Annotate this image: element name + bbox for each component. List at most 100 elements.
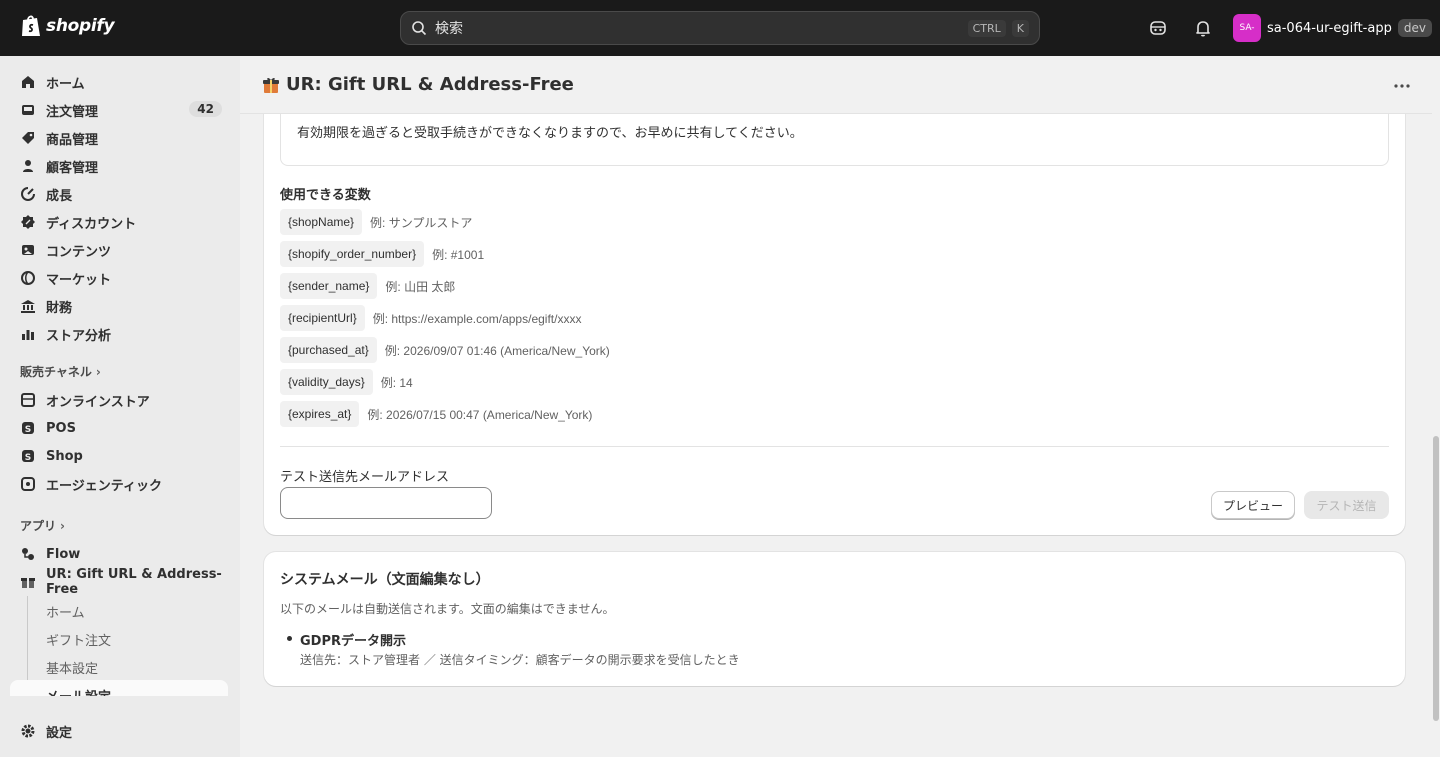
variable-row: {shopName} 例: サンプルストア — [280, 209, 472, 235]
search-input[interactable]: 検索 — [435, 18, 962, 38]
sidebar-item-label: ディスカウント — [46, 216, 137, 232]
scrollbar-thumb[interactable] — [1433, 436, 1439, 721]
sidekick-icon[interactable] — [1148, 18, 1168, 38]
svg-text:S: S — [25, 453, 31, 463]
variable-example: 例: 2026/07/15 00:47 (America/New_York) — [367, 407, 593, 422]
shortcut-ctrl: CTRL — [967, 19, 1006, 37]
variable-example: 例: #1001 — [432, 247, 485, 262]
store-icon — [21, 393, 35, 407]
sidebar-item-label: UR: Gift URL & Address-Free — [46, 567, 222, 597]
bullet-dot — [287, 636, 292, 641]
sidebar-item-label: 財務 — [46, 300, 73, 316]
sidebar-item-discounts[interactable]: ディスカウント — [10, 208, 228, 236]
variable-chip: {expires_at} — [280, 401, 360, 427]
sidebar-item-analytics[interactable]: ストア分析 — [10, 320, 228, 348]
sidebar-item-products[interactable]: 商品管理 — [10, 124, 228, 152]
variable-example: 例: 山田 太郎 — [385, 279, 456, 294]
variable-chip: {sender_name} — [280, 273, 378, 299]
search-bar[interactable]: 検索 CTRL K — [400, 11, 1040, 45]
sidebar-item-label: オンラインストア — [46, 394, 150, 410]
sidebar-item-label: ストア分析 — [46, 328, 112, 344]
sidebar-item-content[interactable]: コンテンツ — [10, 236, 228, 264]
variable-row: {sender_name} 例: 山田 太郎 — [280, 273, 455, 299]
system-email-description: 以下のメールは自動送信されます。文面の編集はできません。 — [280, 602, 615, 616]
sidebar-item-growth[interactable]: 成長 — [10, 180, 228, 208]
growth-icon — [21, 187, 35, 201]
variable-example: 例: https://example.com/apps/egift/xxxx — [372, 311, 582, 326]
chevron-right-icon: › — [60, 518, 65, 533]
sidebar-item-label: 成長 — [46, 188, 73, 204]
variable-row: {expires_at} 例: 2026/07/15 00:47 (Americ… — [280, 401, 592, 427]
bell-icon[interactable] — [1193, 18, 1213, 38]
search-icon — [412, 21, 427, 36]
sidebar-item-pos[interactable]: S POS — [10, 414, 228, 442]
subnav-item-basic-settings[interactable]: 基本設定 — [46, 658, 98, 677]
preview-button[interactable]: プレビュー — [1211, 491, 1295, 519]
agentic-icon — [21, 477, 35, 491]
variable-chip: {purchased_at} — [280, 337, 377, 363]
scrollbar[interactable] — [1432, 56, 1440, 757]
sidebar-item-gift-app[interactable]: UR: Gift URL & Address-Free — [10, 567, 228, 597]
sidebar-item-markets[interactable]: マーケット — [10, 264, 228, 292]
account-menu[interactable]: SA- sa-064-ur-egift-app dev — [1233, 14, 1432, 42]
sidebar: ホーム 注文管理 42 商品管理 顧客管理 成長 ディスカウント コンテンツ マ… — [0, 56, 240, 757]
sidebar-item-label: 顧客管理 — [46, 160, 99, 176]
variable-row: {validity_days} 例: 14 — [280, 369, 413, 395]
content-icon — [22, 245, 34, 255]
test-email-input[interactable] — [280, 487, 492, 519]
variable-row: {shopify_order_number} 例: #1001 — [280, 241, 484, 267]
sidebar-scroll-fade — [0, 696, 240, 714]
gdpr-item-description: 送信先：ストア管理者 ／ 送信タイミング：顧客データの開示要求を受信したとき — [300, 653, 740, 667]
sidebar-item-label: POS — [46, 420, 76, 436]
page-title: UR: Gift URL & Address-Free — [286, 74, 574, 95]
subnav-item-home[interactable]: ホーム — [46, 602, 85, 621]
inbox-icon — [22, 105, 34, 115]
sidebar-item-flow[interactable]: Flow — [10, 540, 228, 568]
variable-chip: {shopName} — [280, 209, 363, 235]
orders-count-badge: 42 — [189, 101, 222, 117]
avatar: SA- — [1233, 14, 1261, 42]
sidebar-item-agentic[interactable]: エージェンティック — [10, 470, 228, 498]
variable-row: {purchased_at} 例: 2026/09/07 01:46 (Amer… — [280, 337, 610, 363]
flow-icon — [22, 548, 34, 560]
apps-heading[interactable]: アプリ › — [20, 517, 65, 534]
brand-name: shopify — [46, 16, 115, 36]
shopify-logo[interactable]: shopify — [20, 14, 115, 38]
sidebar-item-label: エージェンティック — [46, 478, 162, 494]
email-template-card: 有効期限を過ぎると受取手続きができなくなりますので、お早めに共有してください。 … — [264, 96, 1405, 535]
svg-text:S: S — [25, 425, 31, 435]
test-email-label: テスト送信先メールアドレス — [280, 470, 450, 485]
sidebar-item-label: 商品管理 — [46, 132, 99, 148]
person-icon — [23, 160, 33, 172]
apps-label: アプリ — [20, 519, 57, 533]
system-email-title: システムメール（文面編集なし） — [280, 572, 490, 588]
sales-channels-heading[interactable]: 販売チャネル › — [20, 363, 101, 380]
gift-icon — [21, 578, 35, 588]
top-bar: shopify 検索 CTRL K SA- sa-064-ur-egift-ap… — [0, 0, 1440, 56]
main-content: 有効期限を過ぎると受取手続きができなくなりますので、お早めに共有してください。 … — [240, 56, 1440, 757]
sidebar-item-label: Shop — [46, 448, 83, 464]
sidebar-item-label: マーケット — [46, 272, 112, 288]
subnav-item-gift-orders[interactable]: ギフト注文 — [46, 630, 111, 649]
sidebar-item-home[interactable]: ホーム — [10, 68, 228, 96]
sales-channels-label: 販売チャネル — [20, 365, 92, 379]
page-header: UR: Gift URL & Address-Free — [240, 56, 1432, 114]
gdpr-item-title: GDPRデータ開示 — [300, 634, 406, 649]
pos-icon: S — [22, 422, 34, 435]
store-name: sa-064-ur-egift-app — [1267, 20, 1392, 36]
sidebar-item-shop[interactable]: S Shop — [10, 442, 228, 470]
sidebar-item-online-store[interactable]: オンラインストア — [10, 386, 228, 414]
more-options-icon[interactable] — [1392, 76, 1412, 96]
chart-icon — [22, 330, 34, 340]
sidebar-item-settings[interactable]: 設定 — [10, 717, 228, 745]
discount-icon — [21, 215, 35, 229]
variable-row: {recipientUrl} 例: https://example.com/ap… — [280, 305, 581, 331]
sidebar-item-customers[interactable]: 顧客管理 — [10, 152, 228, 180]
gear-icon — [21, 724, 35, 738]
shopify-bag-icon — [22, 15, 40, 36]
variable-chip: {shopify_order_number} — [280, 241, 425, 267]
variable-example: 例: 14 — [380, 375, 413, 390]
sidebar-item-finance[interactable]: 財務 — [10, 292, 228, 320]
sidebar-item-orders[interactable]: 注文管理 42 — [10, 96, 228, 124]
test-send-button[interactable]: テスト送信 — [1304, 491, 1389, 519]
